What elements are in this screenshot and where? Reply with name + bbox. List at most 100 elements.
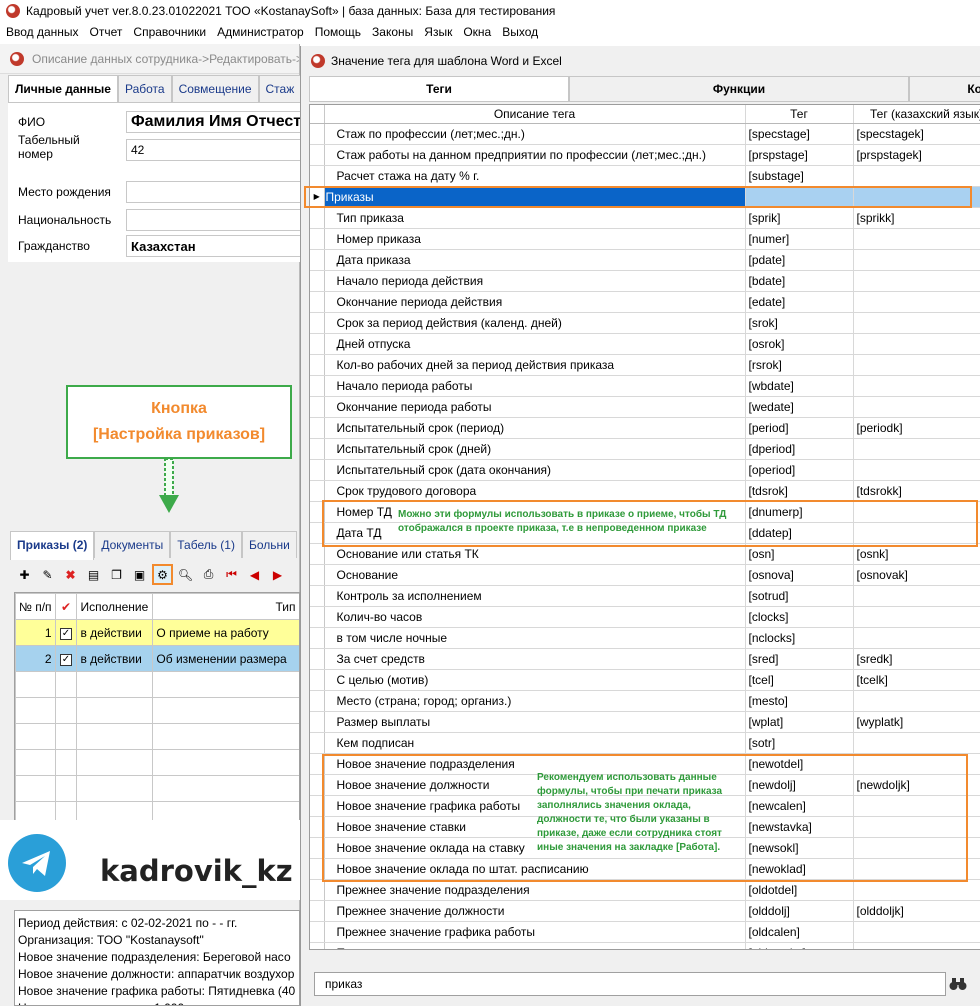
table-row[interactable]: Прежнее значение графика работы [oldcalen… <box>310 921 980 943</box>
info-line: Период действия: с 02-02-2021 по - - гг. <box>18 916 238 930</box>
table-row[interactable]: Контроль за исполнением [sotrud] <box>310 585 980 607</box>
tab-employee-2[interactable]: Совмещение <box>171 75 259 102</box>
table-row[interactable]: Кем подписан [sotr] <box>310 732 980 754</box>
tag-value: [wedate] <box>745 396 854 418</box>
row-checkbox[interactable]: ✓ <box>54 645 78 672</box>
table-row[interactable]: Испытательный срок (дата окончания) [oper… <box>310 459 980 481</box>
tab-orders-3[interactable]: Больни <box>241 531 297 558</box>
grid-header-cell[interactable]: Тип пр <box>152 593 299 620</box>
field-label: Табельный номер <box>18 133 80 161</box>
next-record-icon[interactable]: ▶ <box>267 564 288 585</box>
table-row[interactable]: Место (страна; город; организ.) [mesto] <box>310 690 980 712</box>
add-icon[interactable]: ✚ <box>14 564 35 585</box>
menu-item[interactable]: Язык <box>424 25 459 39</box>
table-row[interactable]: Номер приказа [numer] <box>310 228 980 250</box>
menu-item[interactable]: Законы <box>372 25 420 39</box>
order-settings-icon[interactable]: ⚙ <box>152 564 173 585</box>
copy-icon[interactable]: ❐ <box>106 564 127 585</box>
telegram-watermark: kadrovik_kz <box>0 820 300 900</box>
table-row[interactable]: Прежнее значение подразделения [oldotdel] <box>310 879 980 901</box>
first-record-icon[interactable]: ⏮ <box>221 564 242 585</box>
tag-value-kz <box>853 228 980 250</box>
tag-value-kz <box>853 270 980 292</box>
print-icon[interactable]: ⎙ <box>198 564 219 585</box>
tab-orders-2[interactable]: Табель (1) <box>170 531 242 558</box>
field-input[interactable]: Фамилия Имя Отчество <box>126 111 306 133</box>
table-row[interactable]: За счет средств [sred] [sredk] <box>310 648 980 670</box>
table-row[interactable]: Дней отпуска [osrok] <box>310 333 980 355</box>
tab-more[interactable]: Ко <box>909 76 980 102</box>
table-row[interactable]: Стаж по профессии (лет;мес.;дн.) [specsta… <box>310 123 980 145</box>
tag-description: Кем подписан <box>324 732 746 754</box>
table-row[interactable]: Срок трудового договора [tdsrok] [tdsrokk] <box>310 480 980 502</box>
menu-item[interactable]: Отчет <box>90 25 130 39</box>
delete-icon[interactable]: ✖ <box>60 564 81 585</box>
table-row[interactable]: в том числе ночные [nclocks] <box>310 627 980 649</box>
empty-cell <box>76 671 154 698</box>
edit-icon[interactable]: ✎ <box>37 564 58 585</box>
tag-value-kz: [sprikk] <box>853 207 980 229</box>
empty-cell <box>76 749 154 776</box>
table-row[interactable]: Расчет стажа на дату % г. [substage] <box>310 165 980 187</box>
table-row[interactable]: Окончание периода работы [wedate] <box>310 396 980 418</box>
col-tag-kz-header[interactable]: Тег (казахский язык) <box>853 105 980 124</box>
table-row[interactable]: Прежнее значение ставки[oldstavka] <box>310 942 980 949</box>
table-row[interactable]: Тип приказа [sprik] [sprikk] <box>310 207 980 229</box>
document-icon[interactable]: ▤ <box>83 564 104 585</box>
preview-icon[interactable]: 🔍︎ <box>175 564 196 585</box>
tag-value-kz: [periodk] <box>853 417 980 439</box>
table-row[interactable]: Стаж работы на данном предприятии по про… <box>310 144 980 166</box>
row-checkbox[interactable]: ✓ <box>54 619 78 646</box>
field-input[interactable] <box>126 181 306 203</box>
grid-header-cell[interactable]: ✔ <box>54 593 78 620</box>
tab-employee-3[interactable]: Стаж <box>258 75 302 102</box>
col-tag-header[interactable]: Тег <box>745 105 854 124</box>
tab-tags[interactable]: Теги <box>309 76 569 102</box>
row-indicator <box>310 606 325 628</box>
checkbox-checked-icon[interactable]: ✓ <box>60 628 72 640</box>
tag-description: Стаж работы на данном предприятии по про… <box>324 144 746 166</box>
menu-item[interactable]: Администратор <box>217 25 311 39</box>
table-row[interactable]: Начало периода работы [wbdate] <box>310 375 980 397</box>
tab-orders-0[interactable]: Приказы (2) <box>10 531 95 560</box>
row-indicator <box>310 669 325 691</box>
field-input[interactable]: Казахстан <box>126 235 306 257</box>
row-indicator <box>310 459 325 481</box>
table-row[interactable]: Испытательный срок (дней) [dperiod] <box>310 438 980 460</box>
tab-employee-1[interactable]: Работа <box>117 75 172 102</box>
table-row[interactable]: С целью (мотив) [tcel] [tcelk] <box>310 669 980 691</box>
menu-item[interactable]: Справочники <box>133 25 213 39</box>
table-row[interactable]: Прежнее значение должности [olddolj] [oldd… <box>310 900 980 922</box>
binoculars-icon[interactable] <box>946 972 970 996</box>
paste-icon[interactable]: ▣ <box>129 564 150 585</box>
field-input[interactable] <box>126 209 306 231</box>
table-row[interactable]: Дата приказа [pdate] <box>310 249 980 271</box>
col-description-header[interactable]: Описание тега <box>324 105 746 124</box>
menu-item[interactable]: Ввод данных <box>6 25 86 39</box>
tab-functions[interactable]: Функции <box>569 76 909 102</box>
menu-item[interactable]: Выход <box>502 25 545 39</box>
prev-record-icon[interactable]: ◀ <box>244 564 265 585</box>
tab-employee-0[interactable]: Личные данные <box>8 75 118 104</box>
field-input[interactable]: 42 <box>126 139 306 161</box>
table-row[interactable]: Кол-во рабочих дней за период действия п… <box>310 354 980 376</box>
grid-header-cell[interactable]: № п/п <box>15 593 56 620</box>
table-row[interactable]: Срок за период действия (календ. дней) [s… <box>310 312 980 334</box>
table-row[interactable]: Размер выплаты [wplat] [wyplatk] <box>310 711 980 733</box>
table-row[interactable]: 2 ✓ в действии Об изменении размера <box>15 645 299 672</box>
search-input[interactable]: приказ <box>314 972 946 996</box>
table-row[interactable]: Окончание периода действия [edate] <box>310 291 980 313</box>
grid-header-cell[interactable]: Исполнение <box>76 593 154 620</box>
table-row[interactable]: Основание [osnova] [osnovak] <box>310 564 980 586</box>
table-row[interactable]: Колич-во часов [clocks] <box>310 606 980 628</box>
checkbox-checked-icon[interactable]: ✓ <box>60 654 72 666</box>
menu-item[interactable]: Окна <box>463 25 498 39</box>
table-row[interactable]: 1 ✓ в действии О приеме на работу <box>15 619 299 646</box>
menu-item[interactable]: Помощь <box>315 25 368 39</box>
empty-cell <box>15 775 56 802</box>
table-row[interactable]: Испытательный срок (период) [period] [peri… <box>310 417 980 439</box>
tag-value-kz: [olddoljk] <box>853 900 980 922</box>
table-row[interactable]: Начало периода действия [bdate] <box>310 270 980 292</box>
tab-orders-1[interactable]: Документы <box>94 531 171 558</box>
dialog-tabs: Теги Функции Ко <box>309 76 980 102</box>
